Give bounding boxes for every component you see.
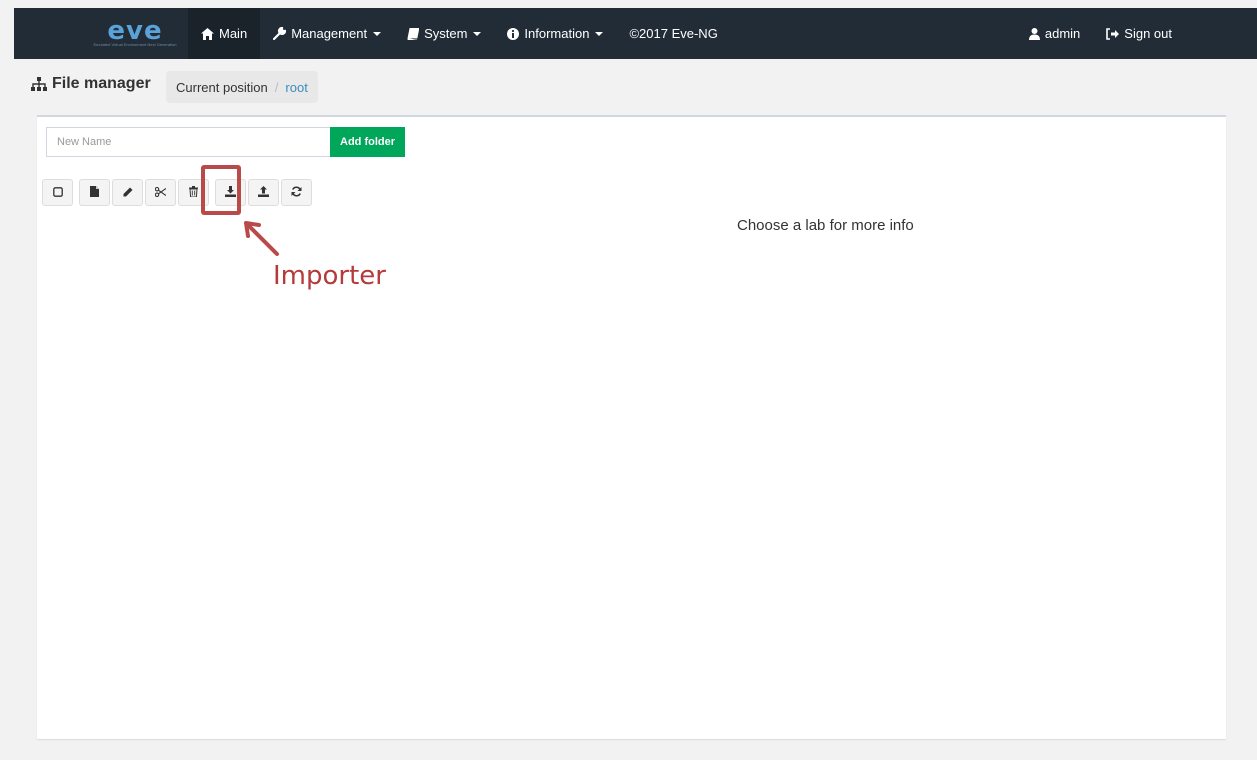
breadcrumb-label: Current position: [176, 79, 268, 95]
wrench-icon: [273, 27, 287, 40]
new-name-input[interactable]: [46, 127, 330, 157]
file-toolbar: [42, 179, 314, 206]
import-highlight-box: [201, 165, 241, 215]
page-title-text: File manager: [52, 75, 151, 92]
new-lab-button[interactable]: [79, 179, 110, 206]
sign-out-icon: [1106, 27, 1120, 40]
nav-information[interactable]: Information: [494, 8, 616, 59]
pencil-icon: [123, 184, 133, 202]
page-title: File manager: [31, 75, 151, 93]
breadcrumb-root-link[interactable]: root: [285, 80, 307, 95]
nav-management[interactable]: Management: [260, 8, 394, 59]
nav-signout[interactable]: Sign out: [1093, 8, 1185, 59]
breadcrumb-separator: /: [274, 79, 279, 95]
checkbox-icon: [52, 184, 63, 202]
user-icon: [1028, 27, 1040, 40]
nav-information-label: Information: [524, 26, 590, 41]
chevron-down-icon: [473, 31, 482, 36]
home-icon: [201, 27, 214, 40]
annotation-arrow-icon: [244, 221, 279, 256]
nav-main-label: Main: [219, 26, 248, 41]
select-all-button[interactable]: [42, 179, 73, 206]
lab-info-placeholder: Choose a lab for more info: [737, 217, 914, 234]
export-button[interactable]: [248, 179, 279, 206]
sitemap-icon: [31, 77, 47, 91]
book-icon: [407, 27, 420, 40]
info-circle-icon: [507, 27, 520, 40]
rename-button[interactable]: [112, 179, 143, 206]
nav-system-label: System: [424, 26, 468, 41]
scissors-icon: [154, 184, 167, 202]
add-folder-button[interactable]: Add folder: [330, 127, 405, 157]
annotation-label: Importer: [273, 261, 386, 291]
nav-main[interactable]: Main: [188, 8, 261, 59]
nav-copyright[interactable]: ©2017 Eve-NG: [616, 8, 730, 59]
upload-icon: [258, 184, 269, 202]
refresh-button[interactable]: [281, 179, 312, 206]
nav-management-label: Management: [291, 26, 368, 41]
nav-signout-label: Sign out: [1124, 26, 1172, 41]
nav-copyright-label: ©2017 Eve-NG: [629, 26, 718, 41]
breadcrumb: Current position / root: [166, 71, 318, 103]
top-navbar: eve Emulated Virtual Environment Next Ge…: [14, 8, 1257, 59]
eve-logo[interactable]: eve Emulated Virtual Environment Next Ge…: [82, 13, 188, 55]
trash-icon: [189, 184, 198, 202]
move-button[interactable]: [145, 179, 176, 206]
chevron-down-icon: [595, 31, 604, 36]
logo-subtext: Emulated Virtual Environment Next Genera…: [93, 42, 177, 47]
file-icon: [90, 184, 99, 202]
refresh-icon: [291, 184, 302, 202]
logo-text: eve: [107, 16, 163, 46]
nav-system[interactable]: System: [394, 8, 494, 59]
nav-user-label: admin: [1044, 26, 1081, 41]
file-manager-panel: Add folder: [37, 115, 1226, 739]
nav-user[interactable]: admin: [1016, 8, 1093, 59]
chevron-down-icon: [373, 31, 382, 36]
